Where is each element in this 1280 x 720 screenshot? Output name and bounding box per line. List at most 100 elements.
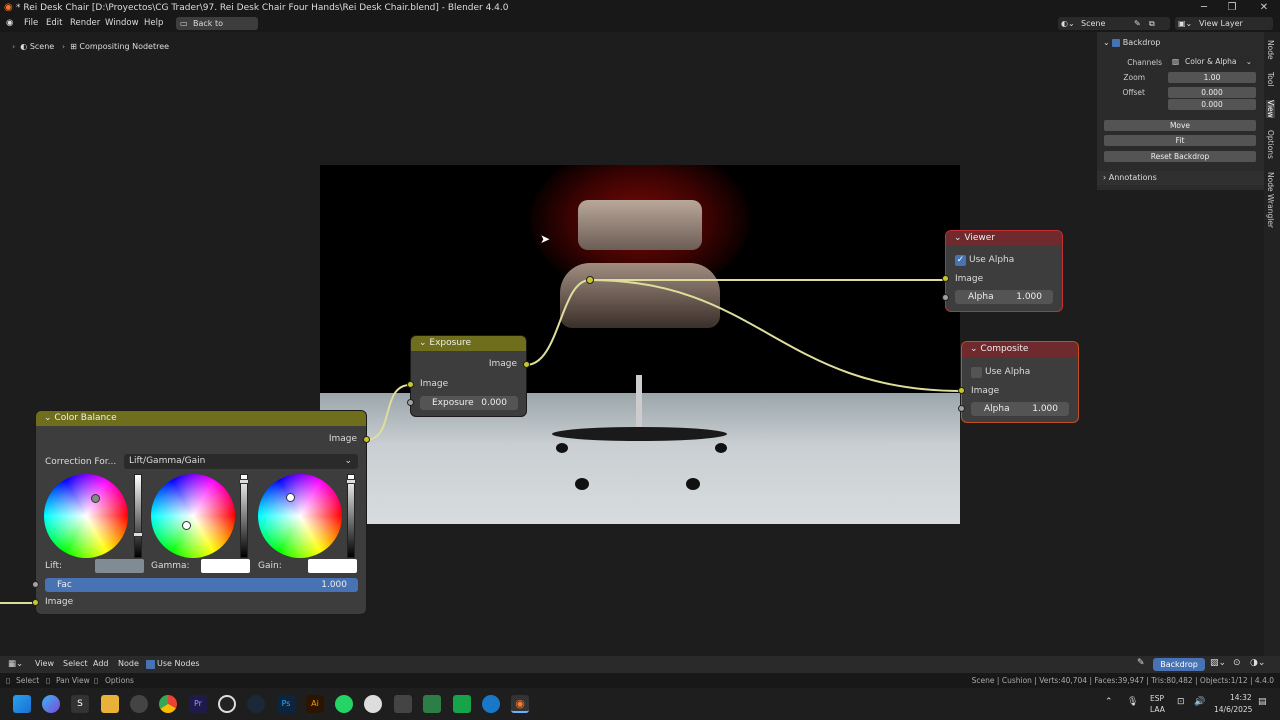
- fac-field[interactable]: Fac 1.000: [45, 578, 358, 592]
- offset-x-field[interactable]: 0.000: [1168, 87, 1256, 98]
- composite-node[interactable]: ⌄ Composite Use Alpha Image Alpha 1.000: [958, 342, 1078, 422]
- network-icon[interactable]: ⊡: [1177, 697, 1185, 707]
- move-button[interactable]: Move: [1104, 120, 1256, 131]
- clock-time[interactable]: 14:32: [1230, 693, 1252, 702]
- app-icon[interactable]: [218, 695, 236, 713]
- menu-view[interactable]: View: [35, 659, 54, 668]
- composite-image-socket[interactable]: [958, 387, 965, 394]
- windows-start-icon[interactable]: [13, 695, 31, 713]
- gamma-label: Gamma:: [151, 561, 190, 571]
- whatsapp-icon[interactable]: [335, 695, 353, 713]
- tab-node-wrangler[interactable]: Node Wrangler: [1266, 172, 1275, 228]
- lift-color-swatch[interactable]: [95, 559, 144, 573]
- editor-header: ▦⌄ View Select Add Node Use Nodes ✎ Back…: [0, 656, 1280, 673]
- use-nodes-checkbox[interactable]: [146, 660, 155, 669]
- fac-socket[interactable]: [32, 581, 39, 588]
- fit-button[interactable]: Fit: [1104, 135, 1256, 146]
- lift-value-slider[interactable]: [133, 474, 143, 558]
- clock-date[interactable]: 14/6/2025: [1214, 705, 1252, 714]
- menu-add[interactable]: Add: [93, 659, 109, 668]
- tab-node[interactable]: Node: [1266, 40, 1275, 60]
- correction-formula-dropdown[interactable]: Lift/Gamma/Gain ⌄: [124, 454, 358, 469]
- viewer-use-alpha-label: Use Alpha: [969, 255, 1015, 265]
- exposure-value-field[interactable]: Exposure 0.000: [420, 396, 518, 410]
- gain-wheel-cursor[interactable]: [286, 493, 295, 502]
- exposure-in-socket[interactable]: [407, 381, 414, 388]
- excel-icon[interactable]: [453, 695, 471, 713]
- viewer-header[interactable]: ⌄ Viewer: [946, 231, 1062, 246]
- zoom-field[interactable]: 1.00: [1168, 72, 1256, 83]
- menu-select[interactable]: Select: [63, 659, 88, 668]
- color-balance-node[interactable]: ⌄ Color Balance Image Correction For... …: [32, 411, 370, 614]
- volume-icon[interactable]: 🔊: [1194, 697, 1205, 707]
- status-pan-view: Pan View: [56, 676, 90, 685]
- gain-value-slider[interactable]: [346, 474, 356, 558]
- gamma-color-wheel[interactable]: [151, 474, 235, 558]
- gamma-slider-knob[interactable]: [239, 479, 249, 484]
- exposure-out-socket[interactable]: [523, 361, 530, 368]
- tab-tool[interactable]: Tool: [1266, 72, 1275, 87]
- viewer-image-socket[interactable]: [942, 275, 949, 282]
- gamma-value-slider[interactable]: [239, 474, 249, 558]
- gizmo-icon[interactable]: ⊙: [1233, 658, 1241, 668]
- calculator-icon[interactable]: [423, 695, 441, 713]
- composite-use-alpha-checkbox[interactable]: [971, 367, 982, 378]
- color-balance-header[interactable]: ⌄ Color Balance: [36, 411, 366, 426]
- channels-icon[interactable]: ▨⌄: [1210, 658, 1226, 668]
- exposure-node[interactable]: ⌄ Exposure Image Image Exposure 0.000: [407, 336, 530, 416]
- zoom-label: Zoom: [1123, 73, 1145, 82]
- tab-view[interactable]: View: [1266, 100, 1275, 118]
- app-icon[interactable]: [482, 695, 500, 713]
- illustrator-icon[interactable]: Ai: [306, 695, 324, 713]
- blender-taskbar-icon[interactable]: ◉: [511, 695, 529, 713]
- lift-slider-knob[interactable]: [133, 532, 143, 537]
- color-balance-out-socket[interactable]: [363, 436, 370, 443]
- backdrop-toggle-button[interactable]: Backdrop: [1153, 658, 1205, 671]
- backdrop-checkbox[interactable]: [1112, 38, 1121, 47]
- copilot-icon[interactable]: [42, 695, 60, 713]
- app-icon[interactable]: [130, 695, 148, 713]
- composite-alpha-field[interactable]: Alpha 1.000: [971, 402, 1069, 416]
- microphone-icon[interactable]: 🎙: [1127, 697, 1138, 707]
- photoshop-icon[interactable]: Ps: [277, 695, 295, 713]
- gamma-wheel-cursor[interactable]: [182, 521, 191, 530]
- overlay-icon[interactable]: ◑⌄: [1250, 658, 1265, 668]
- lift-wheel-cursor[interactable]: [91, 494, 100, 503]
- steam-icon[interactable]: [247, 695, 265, 713]
- file-explorer-icon[interactable]: [101, 695, 119, 713]
- notification-icon[interactable]: ▤: [1258, 697, 1267, 707]
- chrome-icon[interactable]: [159, 695, 177, 713]
- composite-title: Composite: [980, 344, 1029, 354]
- gamma-color-swatch[interactable]: [201, 559, 250, 573]
- app-icon[interactable]: [394, 695, 412, 713]
- tab-options[interactable]: Options: [1266, 130, 1275, 159]
- channels-dropdown[interactable]: ▨ Color & Alpha ⌄: [1168, 56, 1256, 68]
- keyboard-layout-indicator[interactable]: LAA: [1150, 705, 1165, 714]
- premiere-icon[interactable]: Pr: [189, 695, 207, 713]
- annotations-section-header[interactable]: › Annotations: [1097, 171, 1264, 185]
- reset-backdrop-button[interactable]: Reset Backdrop: [1104, 151, 1256, 162]
- app-icon[interactable]: [364, 695, 382, 713]
- gain-slider-knob[interactable]: [346, 479, 356, 484]
- exposure-value-socket[interactable]: [407, 399, 414, 406]
- color-balance-in-socket[interactable]: [32, 599, 39, 606]
- viewer-node[interactable]: ⌄ Viewer ✓ Use Alpha Image Alpha 1.000: [942, 231, 1062, 311]
- gain-color-wheel[interactable]: [258, 474, 342, 558]
- viewer-alpha-field[interactable]: Alpha 1.000: [955, 290, 1053, 304]
- exposure-header[interactable]: ⌄ Exposure: [411, 336, 526, 351]
- gain-color-swatch[interactable]: [308, 559, 357, 573]
- composite-alpha-socket[interactable]: [958, 405, 965, 412]
- chevron-up-icon[interactable]: ⌃: [1105, 697, 1113, 707]
- offset-y-field[interactable]: 0.000: [1168, 99, 1256, 110]
- viewer-alpha-socket[interactable]: [942, 294, 949, 301]
- viewer-use-alpha-checkbox[interactable]: ✓: [955, 255, 966, 266]
- language-indicator[interactable]: ESP: [1150, 694, 1164, 703]
- pin-icon[interactable]: ✎: [1137, 658, 1145, 668]
- editor-type-icon[interactable]: ▦⌄: [8, 659, 23, 669]
- menu-node[interactable]: Node: [118, 659, 139, 668]
- backdrop-section-header[interactable]: ⌄ Backdrop: [1103, 38, 1160, 47]
- fac-value: 1.000: [321, 580, 347, 590]
- app-icon[interactable]: S: [71, 695, 89, 713]
- lift-color-wheel[interactable]: [44, 474, 128, 558]
- composite-header[interactable]: ⌄ Composite: [962, 342, 1078, 357]
